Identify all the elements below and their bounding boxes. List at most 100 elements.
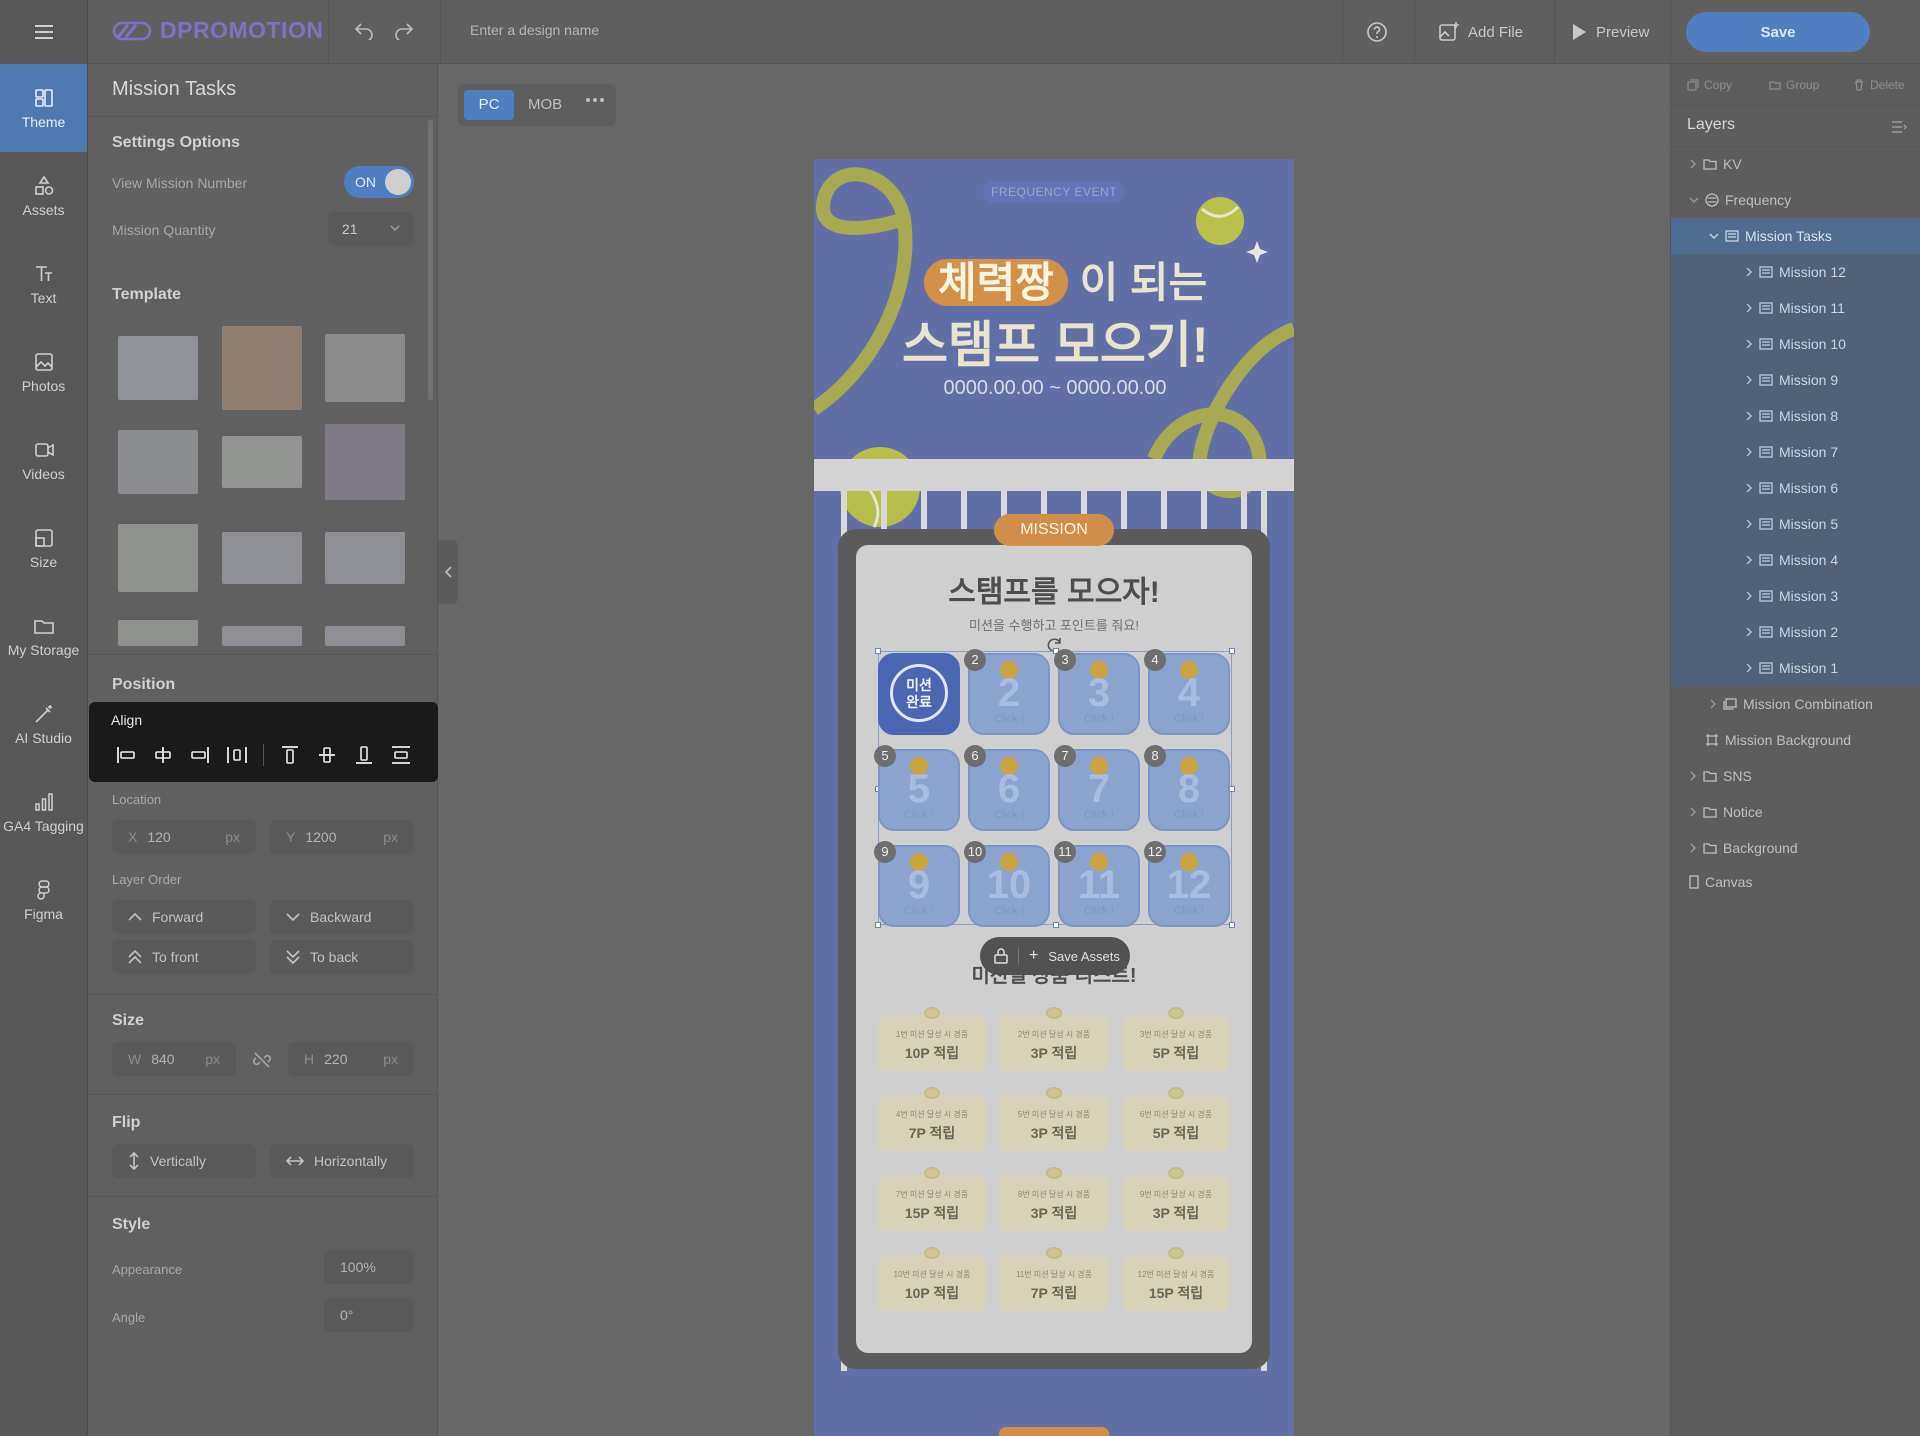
save-assets-button[interactable]: + Save Assets	[980, 937, 1130, 975]
resize-handle[interactable]	[1053, 922, 1059, 928]
layer-row-mission[interactable]: Mission 1	[1671, 650, 1920, 686]
y-field[interactable]: Y 1200 px	[270, 820, 414, 854]
layer-row-mission[interactable]: Mission 6	[1671, 470, 1920, 506]
flip-horizontally-button[interactable]: Horizontally	[270, 1144, 414, 1178]
template-thumbnail[interactable]	[325, 532, 405, 584]
mission-cell[interactable]: 4 4 Click !	[1144, 649, 1230, 735]
width-field[interactable]: W 840 px	[112, 1042, 236, 1076]
rail-item-ai-studio[interactable]: AI Studio	[0, 680, 87, 768]
layer-row-mission[interactable]: Mission 3	[1671, 578, 1920, 614]
appearance-field[interactable]: 100%	[324, 1250, 414, 1284]
layer-row-kv[interactable]: KV	[1671, 146, 1920, 182]
height-field[interactable]: H 220 px	[288, 1042, 414, 1076]
mission-cell[interactable]: 11 11 Click !	[1054, 841, 1140, 927]
mission-quantity-select[interactable]: 21	[328, 212, 414, 246]
view-mission-number-toggle[interactable]: ON	[344, 166, 414, 198]
hamburger-menu-button[interactable]	[0, 0, 87, 64]
delete-button[interactable]: Delete	[1853, 78, 1905, 92]
angle-field[interactable]: 0°	[324, 1298, 414, 1332]
mission-cell[interactable]: 12 12 Click !	[1144, 841, 1230, 927]
mob-tab[interactable]: MOB	[528, 90, 562, 120]
layer-row-mission-tasks[interactable]: Mission Tasks	[1671, 218, 1920, 254]
template-thumbnail[interactable]	[118, 524, 198, 592]
template-thumbnail[interactable]	[325, 626, 405, 646]
resize-handle[interactable]	[875, 922, 881, 928]
mission-cell[interactable]: 8 8 Click !	[1144, 745, 1230, 831]
template-thumbnail[interactable]	[222, 326, 302, 410]
help-button[interactable]	[1366, 0, 1388, 64]
design-artboard[interactable]: FREQUENCY EVENT 체력짱 이 되는 스탬프 모으기! 0000.0…	[814, 159, 1294, 1436]
align-center-horizontal-icon[interactable]	[152, 745, 174, 765]
resize-handle[interactable]	[875, 648, 881, 654]
to-front-button[interactable]: To front	[112, 940, 256, 974]
align-left-icon[interactable]	[115, 745, 137, 765]
layer-row-mission-combination[interactable]: Mission Combination	[1671, 686, 1920, 722]
collapse-panel-button[interactable]	[438, 540, 458, 604]
layer-row-mission[interactable]: Mission 4	[1671, 542, 1920, 578]
layer-row-notice[interactable]: Notice	[1671, 794, 1920, 830]
mission-cell[interactable]: 9 9 Click !	[874, 841, 960, 927]
rail-item-ga4-tagging[interactable]: GA4 Tagging	[0, 768, 87, 856]
align-right-icon[interactable]	[189, 745, 211, 765]
layer-row-mission[interactable]: Mission 8	[1671, 398, 1920, 434]
layer-row-sns[interactable]: SNS	[1671, 758, 1920, 794]
mission-cell[interactable]: 7 7 Click !	[1054, 745, 1140, 831]
layer-row-mission[interactable]: Mission 11	[1671, 290, 1920, 326]
resize-handle[interactable]	[1229, 922, 1235, 928]
align-bottom-icon[interactable]	[353, 745, 375, 765]
layer-row-mission-background[interactable]: Mission Background	[1671, 722, 1920, 758]
align-top-icon[interactable]	[279, 745, 301, 765]
rail-item-size[interactable]: Size	[0, 504, 87, 592]
rail-item-text[interactable]: Text	[0, 240, 87, 328]
panel-scrollbar[interactable]	[428, 120, 433, 400]
mission-cell[interactable]: 3 3 Click !	[1054, 649, 1140, 735]
distribute-vertical-icon[interactable]	[390, 745, 412, 765]
template-thumbnail[interactable]	[118, 336, 198, 400]
x-field[interactable]: X 120 px	[112, 820, 256, 854]
template-thumbnail[interactable]	[325, 334, 405, 402]
rail-item-my-storage[interactable]: My Storage	[0, 592, 87, 680]
layer-row-canvas[interactable]: Canvas	[1671, 864, 1920, 900]
rail-item-photos[interactable]: Photos	[0, 328, 87, 416]
to-back-button[interactable]: To back	[270, 940, 414, 974]
rail-item-figma[interactable]: Figma	[0, 856, 87, 944]
mission-cell[interactable]: 미션 완료	[878, 653, 960, 735]
template-thumbnail[interactable]	[222, 532, 302, 584]
resize-handle[interactable]	[1229, 648, 1235, 654]
design-name-input[interactable]: Enter a design name	[470, 22, 599, 38]
undo-icon[interactable]	[353, 20, 375, 40]
app-logo[interactable]: DPROMOTION	[112, 17, 323, 44]
layer-row-mission[interactable]: Mission 2	[1671, 614, 1920, 650]
layer-row-mission[interactable]: Mission 9	[1671, 362, 1920, 398]
rail-item-theme[interactable]: Theme	[0, 64, 87, 152]
unlink-icon[interactable]	[252, 1050, 272, 1070]
rail-item-assets[interactable]: Assets	[0, 152, 87, 240]
rail-item-videos[interactable]: Videos	[0, 416, 87, 504]
layer-row-mission[interactable]: Mission 7	[1671, 434, 1920, 470]
backward-button[interactable]: Backward	[270, 900, 414, 934]
group-button[interactable]: Group	[1769, 78, 1819, 92]
layer-row-mission[interactable]: Mission 5	[1671, 506, 1920, 542]
forward-button[interactable]: Forward	[112, 900, 256, 934]
template-thumbnail[interactable]	[325, 424, 405, 500]
layer-row-mission[interactable]: Mission 12	[1671, 254, 1920, 290]
pc-tab[interactable]: PC	[464, 90, 514, 120]
layer-row-mission[interactable]: Mission 10	[1671, 326, 1920, 362]
align-center-vertical-icon[interactable]	[316, 745, 338, 765]
redo-icon[interactable]	[393, 20, 415, 40]
more-icon[interactable]	[586, 98, 604, 102]
template-thumbnail[interactable]	[222, 626, 302, 646]
layer-row-background[interactable]: Background	[1671, 830, 1920, 866]
add-file-button[interactable]: Add File	[1438, 0, 1523, 64]
mission-cell[interactable]: 6 6 Click !	[964, 745, 1050, 831]
preview-button[interactable]: Preview	[1570, 0, 1649, 64]
template-thumbnail[interactable]	[118, 430, 198, 494]
mission-cell[interactable]: 5 5 Click !	[874, 745, 960, 831]
template-thumbnail[interactable]	[118, 620, 198, 646]
mission-cell[interactable]: 10 10 Click !	[964, 841, 1050, 927]
collapse-all-icon[interactable]	[1891, 120, 1907, 134]
distribute-horizontal-icon[interactable]	[226, 745, 248, 765]
flip-vertically-button[interactable]: Vertically	[112, 1144, 256, 1178]
template-thumbnail[interactable]	[222, 436, 302, 488]
mission-cell[interactable]: 2 2 Click !	[964, 649, 1050, 735]
